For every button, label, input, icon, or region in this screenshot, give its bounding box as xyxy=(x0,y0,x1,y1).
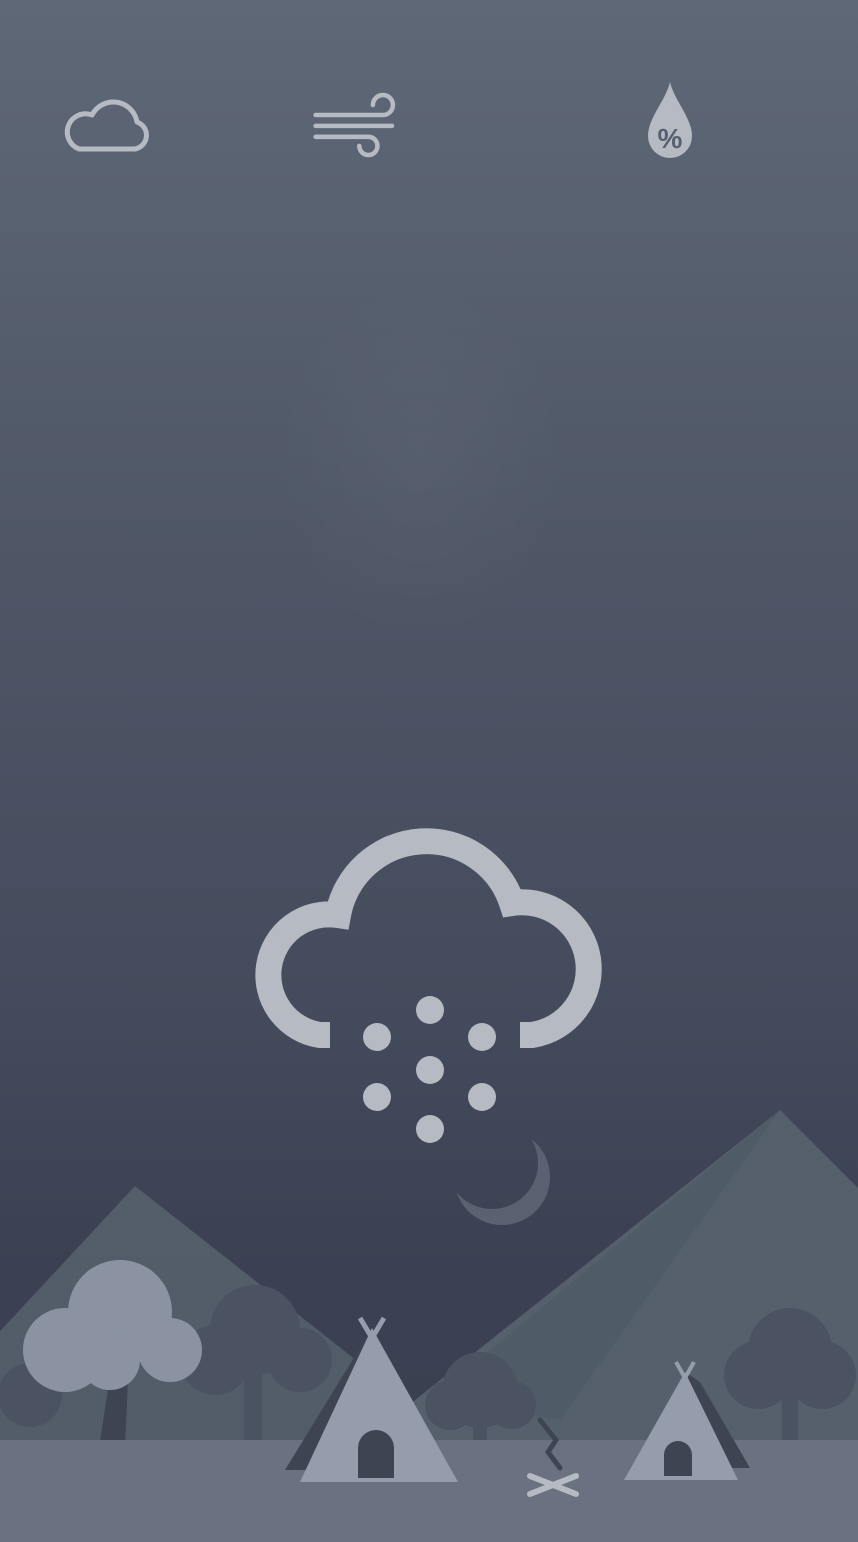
weather-app-screen: % xyxy=(0,0,858,1542)
wind-icon xyxy=(313,92,396,158)
camp-landscape-illustration xyxy=(0,1110,858,1542)
humidity-percent-symbol: % xyxy=(658,123,683,154)
cloud-icon xyxy=(64,99,149,152)
background-glow xyxy=(270,270,570,650)
humidity-button[interactable]: % xyxy=(620,80,720,170)
cloud-cover-button[interactable] xyxy=(57,80,157,170)
wind-button[interactable] xyxy=(312,80,412,170)
humidity-drop-icon: % xyxy=(648,82,692,158)
